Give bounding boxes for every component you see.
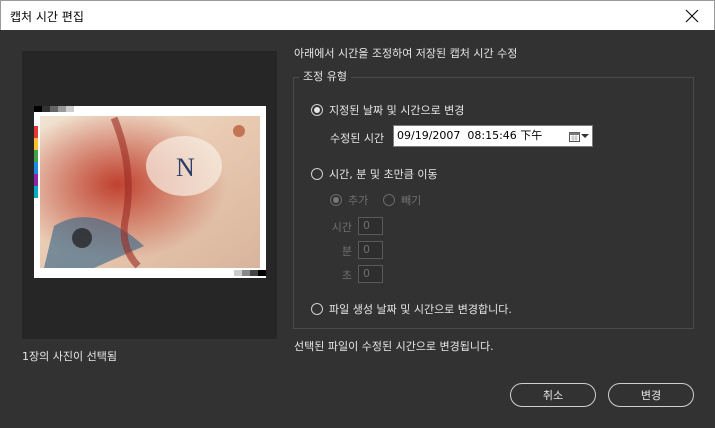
radio-label: 빼기 [401, 194, 422, 207]
seconds-input[interactable]: 0 [358, 265, 383, 283]
radio-button-disabled[interactable] [383, 194, 395, 206]
photo-thumbnail: N [34, 106, 266, 278]
result-status-text: 선택된 파일이 수정된 시간으로 변경됩니다. [294, 340, 494, 353]
seconds-label: 초 [341, 269, 352, 282]
radio-label: 시간, 분 및 초만큼 이동 [329, 168, 438, 181]
close-icon [685, 9, 699, 22]
close-button[interactable] [670, 1, 714, 30]
minutes-input[interactable]: 0 [358, 241, 383, 259]
radio-label: 추가 [348, 194, 369, 207]
radio-option-shift-time[interactable]: 시간, 분 및 초만큼 이동 [311, 166, 438, 182]
radio-button-disabled-checked[interactable] [330, 194, 342, 206]
selection-count-text: 1장의 사진이 선택됨 [22, 350, 117, 363]
datetime-value: 09/19/2007 08:15:46 下午 [397, 129, 543, 142]
svg-text:N: N [176, 153, 195, 182]
radio-button-unchecked[interactable] [311, 168, 323, 180]
radio-button-checked[interactable] [311, 104, 323, 116]
title-bar: 캡처 시간 편집 [0, 0, 715, 30]
radio-option-set-datetime[interactable]: 지정된 날짜 및 시간으로 변경 [311, 102, 464, 118]
radio-add[interactable]: 추가 [330, 192, 368, 208]
photo-preview-pane: N [22, 51, 277, 339]
radio-label: 파일 생성 날짜 및 시간으로 변경합니다. [329, 303, 512, 316]
window-title: 캡처 시간 편집 [10, 10, 84, 24]
minutes-label: 분 [341, 245, 352, 258]
hours-input[interactable]: 0 [358, 217, 383, 235]
radio-subtract[interactable]: 빼기 [383, 192, 421, 208]
radio-button-unchecked[interactable] [311, 303, 323, 315]
calendar-icon [569, 131, 580, 142]
instruction-text: 아래에서 시간을 조정하여 저장된 캡처 시간 수정 [294, 47, 518, 60]
datetime-dropdown-button[interactable] [569, 129, 589, 143]
chevron-down-icon [581, 134, 589, 138]
datetime-picker-field[interactable]: 09/19/2007 08:15:46 下午 [393, 125, 593, 147]
hours-label: 시간 [331, 221, 352, 234]
radio-option-file-creation-time[interactable]: 파일 생성 날짜 및 시간으로 변경합니다. [311, 301, 512, 317]
group-legend: 조정 유형 [299, 68, 351, 84]
modified-time-label: 수정된 시간 [330, 132, 385, 145]
apply-button[interactable]: 변경 [608, 383, 694, 407]
radio-label: 지정된 날짜 및 시간으로 변경 [329, 104, 465, 117]
cancel-button[interactable]: 취소 [510, 383, 596, 407]
